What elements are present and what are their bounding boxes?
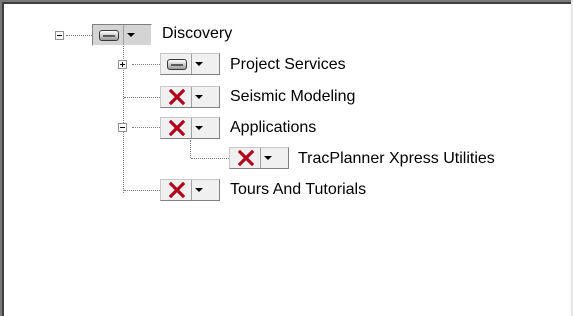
tree-item-label[interactable]: Applications — [230, 118, 316, 138]
collapse-icon[interactable] — [118, 123, 127, 132]
expand-icon[interactable] — [118, 60, 127, 69]
dropdown-arrow-icon — [191, 87, 205, 107]
collapse-icon[interactable] — [55, 31, 64, 40]
feature-tree-panel: Discovery Project Services Seismic Model… — [0, 0, 573, 316]
dropdown-arrow-icon — [260, 148, 274, 168]
tree-item-label[interactable]: TracPlanner Xpress Utilities — [298, 149, 495, 169]
dropdown-arrow-icon — [191, 118, 205, 138]
panel-border — [2, 2, 571, 4]
install-status-dropdown[interactable] — [160, 179, 220, 201]
install-status-dropdown[interactable] — [160, 117, 220, 139]
drive-icon — [161, 54, 191, 74]
install-status-dropdown[interactable] — [160, 53, 220, 75]
drive-icon — [93, 25, 123, 45]
tree-line — [132, 64, 160, 66]
tree-line — [124, 97, 160, 99]
red-x-icon — [161, 180, 191, 200]
install-status-dropdown[interactable] — [229, 147, 289, 169]
tree-item-label[interactable]: Tours And Tutorials — [230, 180, 366, 200]
red-x-icon — [161, 118, 191, 138]
tree-line — [124, 190, 160, 192]
tree-item-label[interactable]: Discovery — [162, 24, 232, 44]
red-x-icon — [161, 87, 191, 107]
tree-item-label[interactable]: Project Services — [230, 55, 346, 75]
dropdown-arrow-icon — [191, 180, 205, 200]
dropdown-arrow-icon — [123, 25, 137, 45]
tree-line — [190, 140, 192, 158]
install-status-dropdown[interactable] — [160, 86, 220, 108]
dropdown-arrow-icon — [191, 54, 205, 74]
panel-border — [2, 2, 4, 316]
tree-line — [66, 35, 92, 37]
red-x-icon — [230, 148, 260, 168]
tree-item-label[interactable]: Seismic Modeling — [230, 87, 355, 107]
tree-line — [191, 158, 229, 160]
install-status-dropdown[interactable] — [92, 24, 152, 46]
tree-line — [132, 127, 160, 129]
